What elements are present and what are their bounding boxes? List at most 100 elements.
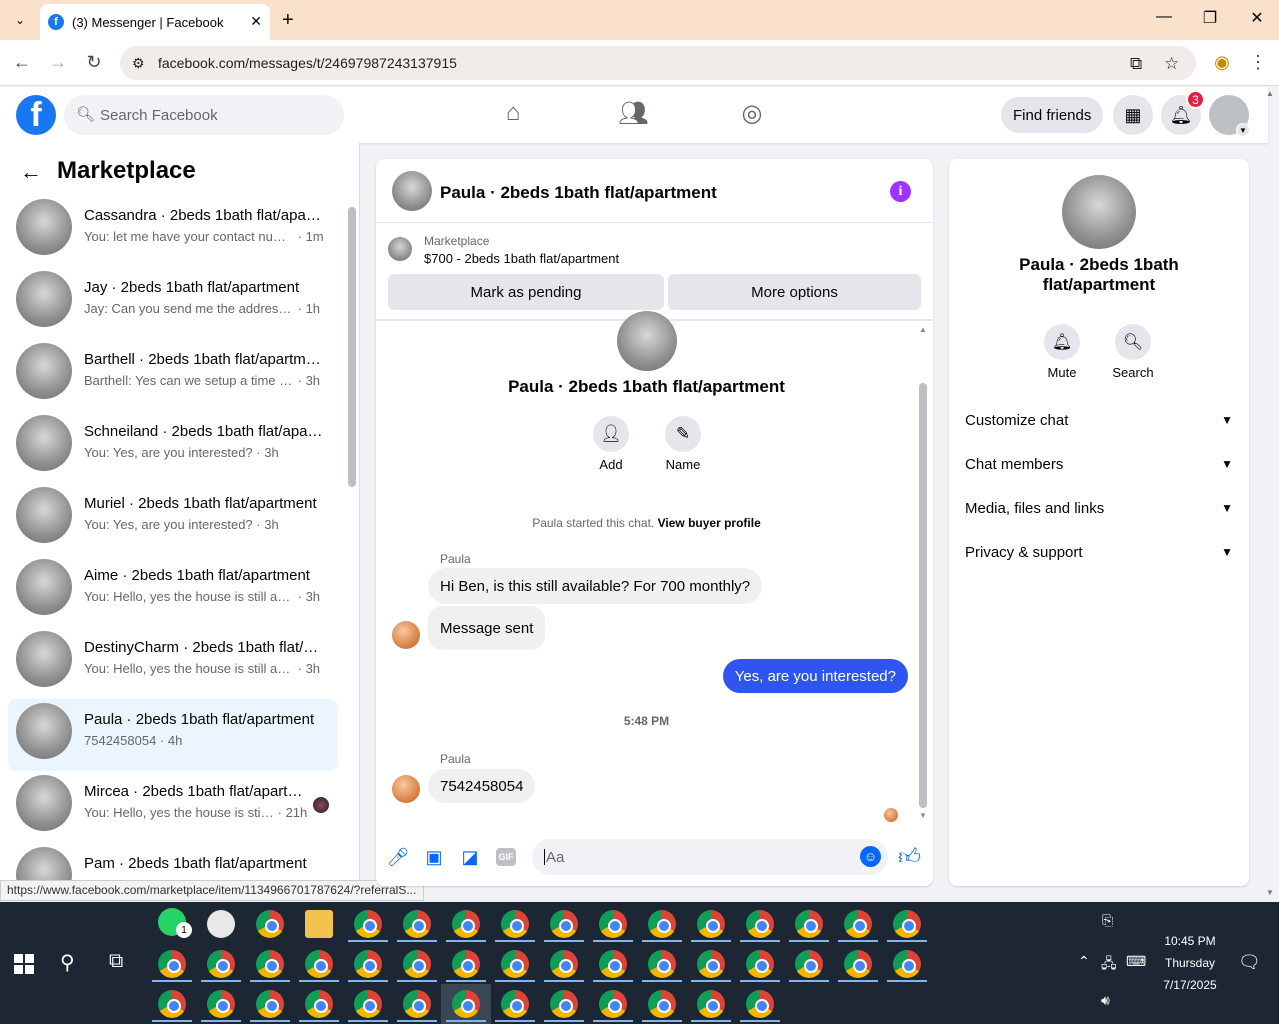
network-icon[interactable]: 🖧︎ — [1101, 953, 1117, 977]
chat-members-section[interactable]: Chat members ▼ — [965, 452, 1233, 476]
chrome-window-icon[interactable] — [795, 910, 823, 938]
thumbs-up-icon[interactable]: 👍︎ — [898, 843, 921, 870]
reload-icon[interactable]: ↻ — [82, 52, 106, 73]
install-app-icon[interactable]: ⧉ — [1130, 54, 1142, 74]
close-tab-icon[interactable]: ✕ — [250, 13, 262, 30]
conversation-item-active[interactable]: Paula · 2beds 1bath flat/apartment 75424… — [8, 699, 338, 771]
chrome-window-icon[interactable] — [697, 990, 725, 1018]
chrome-window-icon[interactable] — [305, 990, 333, 1018]
friends-icon[interactable]: 👥︎ — [618, 99, 648, 128]
facebook-search-input[interactable]: 🔍︎ Search Facebook — [64, 95, 344, 135]
chat-scrollbar[interactable] — [919, 383, 927, 808]
profile-icon[interactable]: ◉ — [1210, 52, 1234, 73]
tray-chevron-up-icon[interactable]: ⌃ — [1078, 953, 1090, 970]
chrome-window-icon[interactable] — [354, 990, 382, 1018]
conversation-item[interactable]: DestinyCharm · 2beds 1bath flat/apartmen… — [8, 627, 338, 699]
chrome-window-icon[interactable] — [844, 910, 872, 938]
facebook-logo-icon[interactable]: f — [16, 95, 56, 135]
more-options-button[interactable]: More options — [668, 274, 921, 310]
mute-bell-icon[interactable]: 🔔︎ — [1044, 324, 1080, 360]
edit-name-icon[interactable]: ✎ — [665, 416, 701, 452]
chrome-window-icon[interactable] — [354, 910, 382, 938]
gif-icon[interactable]: GIF — [496, 848, 516, 866]
conversation-item[interactable]: Schneiland · 2beds 1bath flat/apartment … — [8, 411, 338, 483]
home-icon[interactable]: ⌂ — [498, 99, 528, 127]
site-info-icon[interactable]: ⚙ — [132, 55, 145, 72]
chrome-window-icon[interactable] — [746, 990, 774, 1018]
chrome-window-icon[interactable] — [403, 990, 431, 1018]
chrome-window-icon[interactable] — [795, 950, 823, 978]
search-icon[interactable]: ⚲ — [60, 950, 75, 975]
find-friends-button[interactable]: Find friends — [1001, 97, 1104, 133]
incoming-message[interactable]: Message sent — [428, 606, 546, 650]
groups-icon[interactable]: ◎ — [737, 99, 767, 128]
sidebar-scrollbar[interactable] — [348, 207, 356, 487]
address-bar[interactable]: ⚙ facebook.com/messages/t/24697987243137… — [120, 46, 1196, 80]
browser-tab[interactable]: f (3) Messenger | Facebook ✕ — [40, 4, 270, 40]
conversation-item[interactable]: Muriel · 2beds 1bath flat/apartment You:… — [8, 483, 338, 555]
message-input[interactable]: Aa — [532, 839, 888, 875]
add-person-icon[interactable]: 👤︎ — [593, 416, 629, 452]
emoji-icon[interactable]: ☺ — [860, 846, 881, 867]
listing-title[interactable]: $700 - 2beds 1bath flat/apartment — [424, 251, 619, 266]
conversation-item[interactable]: Cassandra · 2beds 1bath flat/apartment Y… — [8, 195, 338, 267]
chrome-window-icon[interactable] — [550, 950, 578, 978]
close-window-icon[interactable]: ✕ — [1245, 8, 1269, 28]
chrome-window-icon[interactable] — [207, 990, 235, 1018]
sticker-icon[interactable]: ◪ — [458, 845, 482, 869]
chrome-window-icon[interactable] — [648, 910, 676, 938]
chrome-icon[interactable] — [256, 910, 284, 938]
file-explorer-icon[interactable] — [305, 910, 333, 938]
chrome-window-icon[interactable] — [501, 950, 529, 978]
menu-grid-icon[interactable]: ▦ — [1113, 95, 1153, 135]
chrome-window-icon[interactable] — [697, 950, 725, 978]
outgoing-message[interactable]: Yes, are you interested? — [722, 659, 908, 693]
privacy-support-section[interactable]: Privacy & support ▼ — [965, 540, 1233, 564]
forward-icon[interactable]: → — [46, 52, 70, 73]
search-icon[interactable]: 🔍︎ — [1115, 324, 1151, 360]
scroll-down-icon[interactable]: ▼ — [919, 811, 927, 820]
view-buyer-profile-link[interactable]: View buyer profile — [658, 516, 761, 530]
chrome-window-icon[interactable] — [256, 950, 284, 978]
minimize-icon[interactable]: — — [1152, 8, 1176, 26]
chrome-window-icon[interactable] — [256, 990, 284, 1018]
chrome-window-icon[interactable] — [501, 910, 529, 938]
chrome-window-icon[interactable] — [599, 990, 627, 1018]
attach-image-icon[interactable]: ▣ — [422, 845, 446, 869]
microphone-icon[interactable]: 🎤︎ — [386, 845, 410, 869]
tray-device-icon[interactable]: ⎘ — [1102, 912, 1113, 929]
chrome-window-icon[interactable] — [599, 910, 627, 938]
bookmark-star-icon[interactable]: ☆ — [1164, 54, 1179, 74]
windows-start-icon[interactable] — [14, 954, 34, 974]
conversation-item[interactable]: Mircea · 2beds 1bath flat/apartment You:… — [8, 771, 338, 843]
chrome-window-icon[interactable] — [697, 910, 725, 938]
media-files-links-section[interactable]: Media, files and links ▼ — [965, 496, 1233, 520]
chrome-window-icon[interactable] — [158, 950, 186, 978]
chevron-down-icon[interactable]: ▼ — [1236, 123, 1250, 137]
chrome-window-icon[interactable] — [403, 950, 431, 978]
chrome-window-icon[interactable] — [746, 950, 774, 978]
chrome-window-icon[interactable] — [648, 950, 676, 978]
chrome-window-icon[interactable] — [452, 910, 480, 938]
chrome-window-icon[interactable] — [501, 990, 529, 1018]
taskbar-clock[interactable]: 10:45 PM Thursday 7/17/2025 — [1150, 930, 1230, 996]
restore-icon[interactable]: ❐ — [1198, 8, 1222, 28]
chrome-window-icon[interactable] — [599, 950, 627, 978]
info-icon[interactable]: i — [890, 181, 911, 202]
chrome-window-icon[interactable] — [844, 950, 872, 978]
sender-avatar[interactable] — [392, 621, 420, 649]
tab-search-icon[interactable]: ⌄ — [8, 8, 32, 32]
conversation-item[interactable]: Jay · 2beds 1bath flat/apartment Jay: Ca… — [8, 267, 338, 339]
chrome-window-icon[interactable] — [893, 910, 921, 938]
chrome-window-icon[interactable] — [305, 950, 333, 978]
chrome-window-icon[interactable] — [403, 910, 431, 938]
chrome-window-icon[interactable] — [158, 990, 186, 1018]
chrome-window-icon[interactable] — [452, 950, 480, 978]
chrome-window-icon[interactable] — [746, 910, 774, 938]
customize-chat-section[interactable]: Customize chat ▼ — [965, 408, 1233, 432]
sender-avatar[interactable] — [392, 775, 420, 803]
chrome-window-icon[interactable] — [550, 910, 578, 938]
incoming-message[interactable]: 7542458054 — [428, 769, 536, 803]
back-arrow-icon[interactable]: ← — [20, 159, 42, 185]
page-scroll-down-icon[interactable]: ▼ — [1266, 888, 1274, 897]
